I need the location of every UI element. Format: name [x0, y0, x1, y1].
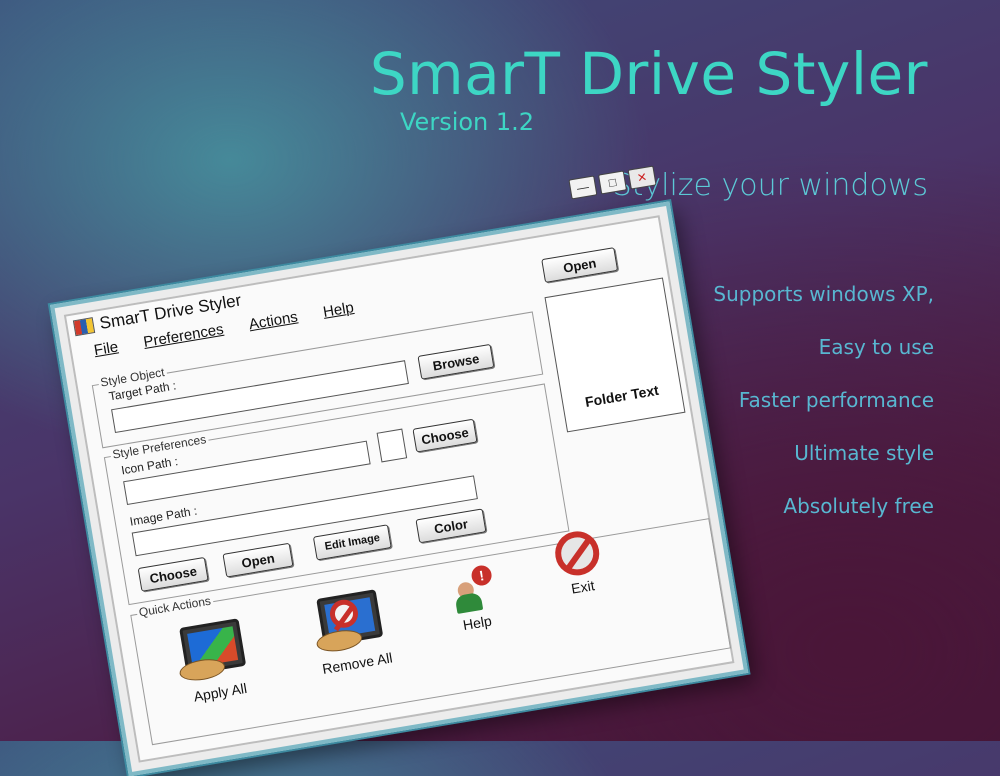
help-icon: !	[450, 563, 494, 614]
version-label: Version 1.2	[400, 108, 535, 136]
folder-preview: Folder Text	[544, 277, 686, 433]
choose-image-button[interactable]: Choose	[137, 556, 209, 592]
remove-all-action[interactable]: Remove All	[296, 586, 408, 679]
app-icon	[72, 317, 96, 337]
minimize-button[interactable]: —	[568, 175, 598, 200]
help-label: Help	[461, 612, 493, 634]
apply-all-label: Apply All	[192, 679, 249, 705]
feature-item: Absolutely free	[783, 494, 934, 518]
feature-item: Supports windows XP,	[713, 282, 934, 306]
window-client-area: SmarT Drive Styler — □ ✕ File Preference…	[63, 165, 735, 763]
tagline: Stylize your windows	[612, 168, 928, 203]
feature-item: Faster performance	[738, 388, 934, 412]
open-image-button[interactable]: Open	[222, 542, 294, 578]
browse-button[interactable]: Browse	[417, 343, 495, 380]
app-window: SmarT Drive Styler — □ ✕ File Preference…	[50, 165, 749, 776]
menu-file[interactable]: File	[93, 338, 120, 359]
exit-action[interactable]: Exit	[539, 526, 619, 601]
feature-list: Supports windows XP, Easy to use Faster …	[713, 282, 934, 547]
close-button[interactable]: ✕	[627, 165, 657, 190]
maximize-button[interactable]: □	[598, 170, 627, 195]
folder-text-preview: Folder Text	[583, 381, 660, 410]
menu-help[interactable]: Help	[322, 299, 355, 321]
icon-preview	[376, 428, 408, 463]
exit-icon	[551, 528, 603, 579]
choose-icon-button[interactable]: Choose	[412, 418, 478, 453]
exit-label: Exit	[570, 577, 596, 597]
help-action[interactable]: ! Help	[434, 562, 514, 637]
feature-item: Easy to use	[818, 335, 934, 359]
feature-item: Ultimate style	[794, 441, 934, 465]
remove-all-icon	[315, 589, 384, 655]
color-button[interactable]: Color	[415, 508, 487, 544]
product-title: SmarT Drive Styler	[369, 40, 928, 108]
remove-all-label: Remove All	[321, 649, 394, 677]
apply-all-icon	[177, 618, 247, 684]
edit-image-button[interactable]: Edit Image	[312, 524, 392, 561]
menu-actions[interactable]: Actions	[248, 308, 299, 333]
apply-all-action[interactable]: Apply All	[164, 616, 266, 708]
